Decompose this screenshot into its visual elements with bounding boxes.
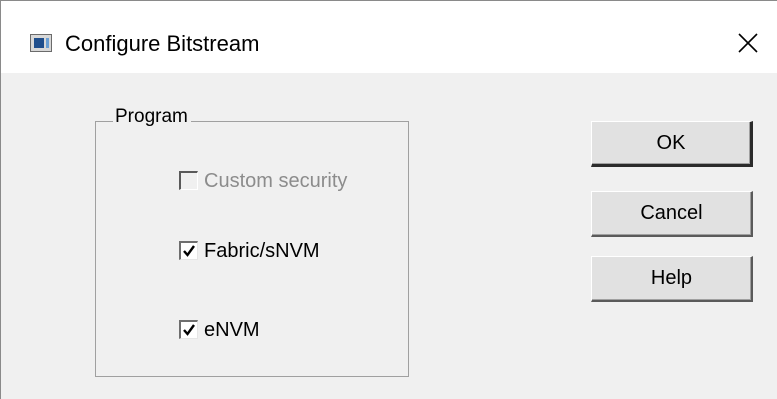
envm-checkbox[interactable] [179, 320, 198, 339]
checkmark-icon [183, 245, 195, 257]
envm-label: eNVM [204, 319, 260, 341]
dialog-title: Configure Bitstream [65, 31, 260, 56]
custom-security-label: Custom security [204, 170, 348, 192]
program-group-label: Program [113, 104, 191, 130]
close-icon [738, 33, 758, 53]
cancel-button[interactable]: Cancel [591, 191, 753, 237]
ok-button[interactable]: OK [591, 121, 753, 167]
checkmark-icon [183, 324, 195, 336]
application-icon [30, 34, 52, 52]
title-bar[interactable]: Configure Bitstream [1, 1, 777, 73]
help-button[interactable]: Help [591, 256, 753, 302]
custom-security-checkbox[interactable] [179, 171, 198, 190]
close-button[interactable] [723, 20, 773, 66]
fabric-snvm-label: Fabric/sNVM [204, 240, 320, 262]
fabric-snvm-checkbox[interactable] [179, 241, 198, 260]
configure-bitstream-dialog: Configure Bitstream Program Custom secur… [0, 0, 777, 399]
